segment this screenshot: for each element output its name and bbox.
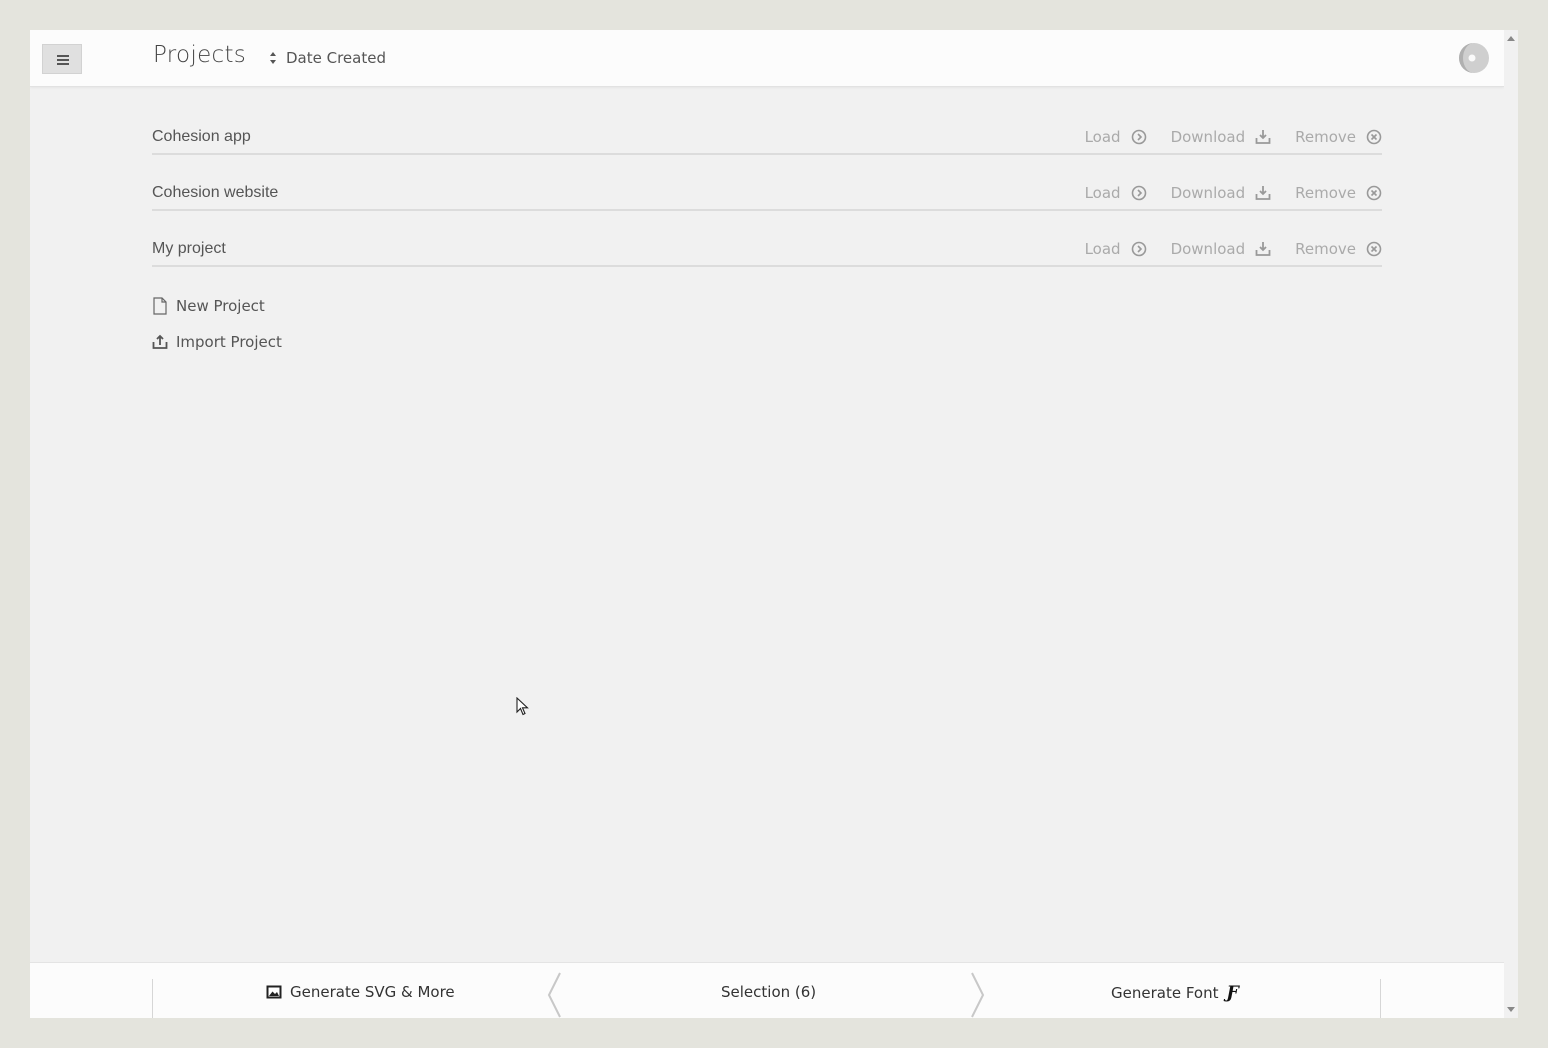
- font-icon: Ƒ: [1226, 983, 1239, 1003]
- remove-label: Remove: [1295, 184, 1356, 202]
- generate-font-button[interactable]: Generate Font Ƒ: [1111, 983, 1239, 1003]
- project-row: Cohesion website Load Download Remove: [152, 174, 1382, 211]
- download-label: Download: [1170, 184, 1246, 202]
- page-title: Projects: [153, 42, 247, 68]
- menu-button[interactable]: [42, 44, 82, 74]
- project-row: My project Load Download Remove: [152, 230, 1382, 267]
- chevron-left-icon[interactable]: [544, 971, 564, 1018]
- circle-x-icon: [1366, 129, 1382, 145]
- load-button[interactable]: Load: [1085, 128, 1147, 146]
- download-label: Download: [1170, 240, 1246, 258]
- scroll-down-icon[interactable]: [1507, 1007, 1515, 1012]
- project-actions: Load Download Remove: [1061, 128, 1382, 146]
- chevron-right-icon[interactable]: [968, 971, 988, 1018]
- sort-label: Date Created: [286, 49, 386, 67]
- new-project-button[interactable]: New Project: [152, 296, 452, 316]
- import-icon: [152, 334, 168, 349]
- remove-label: Remove: [1295, 128, 1356, 146]
- scroll-up-icon[interactable]: [1507, 36, 1515, 41]
- hamburger-icon: [57, 55, 69, 67]
- footer-divider: [1380, 979, 1381, 1018]
- footer-divider: [152, 979, 153, 1018]
- remove-button[interactable]: Remove: [1295, 240, 1382, 258]
- download-button[interactable]: Download: [1171, 184, 1272, 202]
- circle-arrow-right-icon: [1131, 129, 1146, 145]
- load-button[interactable]: Load: [1085, 184, 1147, 202]
- mouse-cursor-icon: [516, 697, 529, 716]
- project-name[interactable]: Cohesion app: [152, 128, 251, 146]
- generate-font-label: Generate Font: [1111, 984, 1219, 1002]
- load-label: Load: [1084, 184, 1121, 202]
- selection-button[interactable]: Selection (6): [721, 983, 816, 1001]
- project-name[interactable]: My project: [152, 240, 226, 258]
- import-project-label: Import Project: [176, 333, 282, 351]
- generate-svg-button[interactable]: Generate SVG & More: [266, 983, 455, 1001]
- load-label: Load: [1084, 128, 1121, 146]
- remove-label: Remove: [1295, 240, 1356, 258]
- project-row: Cohesion app Load Download Remove: [152, 118, 1382, 155]
- import-project-button[interactable]: Import Project: [152, 332, 452, 352]
- download-button[interactable]: Download: [1171, 240, 1272, 258]
- remove-button[interactable]: Remove: [1295, 128, 1382, 146]
- scrollbar[interactable]: [1504, 30, 1518, 1018]
- download-icon: [1255, 242, 1271, 256]
- app-window: Projects Date Created Cohesion app Load …: [30, 30, 1504, 1018]
- new-project-label: New Project: [176, 297, 265, 315]
- circle-x-icon: [1366, 241, 1382, 257]
- download-label: Download: [1170, 128, 1246, 146]
- generate-svg-label: Generate SVG & More: [290, 983, 455, 1001]
- app-logo-icon: [1459, 43, 1489, 73]
- bottom-bar: Generate SVG & More Selection (6) Genera…: [30, 962, 1504, 1018]
- image-icon: [266, 985, 282, 999]
- circle-arrow-right-icon: [1131, 185, 1146, 201]
- load-button[interactable]: Load: [1085, 240, 1147, 258]
- import-project-section: Import Project: [152, 332, 452, 352]
- download-icon: [1255, 130, 1271, 144]
- sort-icon: [270, 52, 278, 64]
- project-list: Cohesion app Load Download Remove Cohesi…: [152, 118, 1382, 286]
- load-label: Load: [1084, 240, 1121, 258]
- download-icon: [1255, 186, 1271, 200]
- project-actions: Load Download Remove: [1061, 240, 1382, 258]
- sort-dropdown[interactable]: Date Created: [270, 49, 386, 67]
- file-icon: [153, 297, 167, 315]
- project-actions: Load Download Remove: [1061, 184, 1382, 202]
- selection-label: Selection (6): [721, 983, 817, 1001]
- download-button[interactable]: Download: [1171, 128, 1272, 146]
- circle-x-icon: [1366, 185, 1382, 201]
- circle-arrow-right-icon: [1131, 241, 1146, 257]
- remove-button[interactable]: Remove: [1295, 184, 1382, 202]
- project-name[interactable]: Cohesion website: [152, 184, 278, 202]
- top-bar: Projects Date Created: [30, 30, 1504, 87]
- new-project-section: New Project: [152, 296, 452, 316]
